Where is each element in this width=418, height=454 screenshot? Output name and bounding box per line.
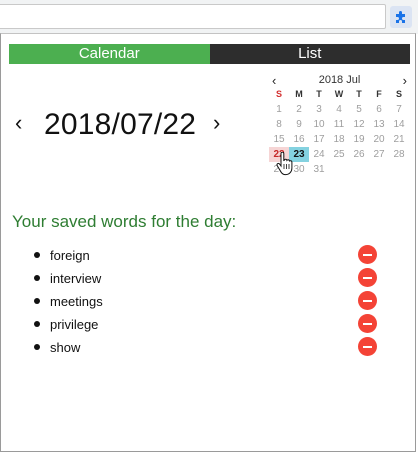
weekday-label: T — [356, 89, 362, 99]
calendar-day[interactable]: 19 — [349, 132, 369, 147]
bullet-icon — [34, 298, 40, 304]
calendar-day[interactable]: 12 — [349, 117, 369, 132]
calendar-day[interactable]: 25 — [329, 147, 349, 162]
previous-day-button[interactable]: ‹ — [15, 112, 22, 134]
calendar-day[interactable]: 15 — [269, 132, 289, 147]
weekday-label: F — [376, 89, 382, 99]
saved-word-text: foreign — [50, 248, 90, 263]
month-label: 2018 Jul — [318, 74, 361, 86]
saved-word-text: show — [50, 340, 81, 355]
puzzle-icon — [396, 11, 405, 23]
view-tabs: Calendar List — [9, 44, 410, 64]
calendar-day[interactable]: 27 — [369, 147, 389, 162]
calendar-day[interactable]: 11 — [329, 117, 349, 132]
hand-cursor-icon — [276, 152, 293, 176]
calendar-day[interactable]: 1 — [269, 102, 289, 117]
next-day-button[interactable]: › — [213, 112, 220, 134]
mini-calendar-header: ‹ 2018 Jul › — [268, 73, 411, 89]
address-bar[interactable] — [0, 4, 386, 29]
weekday-label: T — [316, 89, 322, 99]
calendar-day[interactable]: 3 — [309, 102, 329, 117]
calendar-day[interactable]: 31 — [309, 162, 329, 177]
saved-word-item: show — [1, 337, 417, 360]
previous-month-button[interactable]: ‹ — [272, 73, 276, 88]
extension-popup: Calendar List ‹ 2018/07/22 › ‹ 2018 Jul … — [0, 33, 416, 452]
saved-word-text: interview — [50, 271, 102, 286]
calendar-day[interactable]: 9 — [289, 117, 309, 132]
bullet-icon — [34, 275, 40, 281]
tab-list[interactable]: List — [209, 44, 410, 64]
calendar-day[interactable]: 16 — [289, 132, 309, 147]
saved-words-list: foreign interview meetings privilege show — [1, 245, 417, 360]
browser-toolbar — [0, 0, 418, 34]
selected-date-title: 2018/07/22 — [44, 108, 197, 141]
calendar-day[interactable]: 28 — [389, 147, 409, 162]
calendar-day[interactable]: 2 — [289, 102, 309, 117]
calendar-day[interactable]: 8 — [269, 117, 289, 132]
bullet-icon — [34, 321, 40, 327]
remove-word-button[interactable] — [358, 291, 377, 310]
saved-word-item: interview — [1, 268, 417, 291]
weekday-label: M — [295, 89, 303, 99]
weekday-label: S — [275, 89, 282, 99]
saved-word-text: privilege — [50, 317, 99, 332]
calendar-day[interactable]: 21 — [389, 132, 409, 147]
calendar-day[interactable]: 14 — [389, 117, 409, 132]
remove-word-button[interactable] — [358, 337, 377, 356]
calendar-day[interactable]: 4 — [329, 102, 349, 117]
calendar-day[interactable]: 10 — [309, 117, 329, 132]
calendar-day[interactable]: 17 — [309, 132, 329, 147]
calendar-day[interactable]: 18 — [329, 132, 349, 147]
calendar-day[interactable]: 24 — [309, 147, 329, 162]
calendar-day[interactable]: 20 — [369, 132, 389, 147]
calendar-day[interactable]: 13 — [369, 117, 389, 132]
remove-word-button[interactable] — [358, 245, 377, 264]
calendar-day[interactable]: 7 — [389, 102, 409, 117]
saved-word-item: privilege — [1, 314, 417, 337]
saved-word-text: meetings — [50, 294, 103, 309]
weekday-label: S — [395, 89, 402, 99]
calendar-day[interactable]: 26 — [349, 147, 369, 162]
saved-words-heading: Your saved words for the day: — [12, 212, 237, 231]
extension-button[interactable] — [390, 6, 412, 28]
calendar-day[interactable]: 6 — [369, 102, 389, 117]
bullet-icon — [34, 252, 40, 258]
remove-word-button[interactable] — [358, 268, 377, 287]
tab-calendar[interactable]: Calendar — [9, 44, 210, 64]
saved-word-item: foreign — [1, 245, 417, 268]
bullet-icon — [34, 344, 40, 350]
calendar-day[interactable]: 5 — [349, 102, 369, 117]
saved-word-item: meetings — [1, 291, 417, 314]
next-month-button[interactable]: › — [403, 73, 407, 88]
weekday-label: W — [334, 89, 344, 99]
remove-word-button[interactable] — [358, 314, 377, 333]
